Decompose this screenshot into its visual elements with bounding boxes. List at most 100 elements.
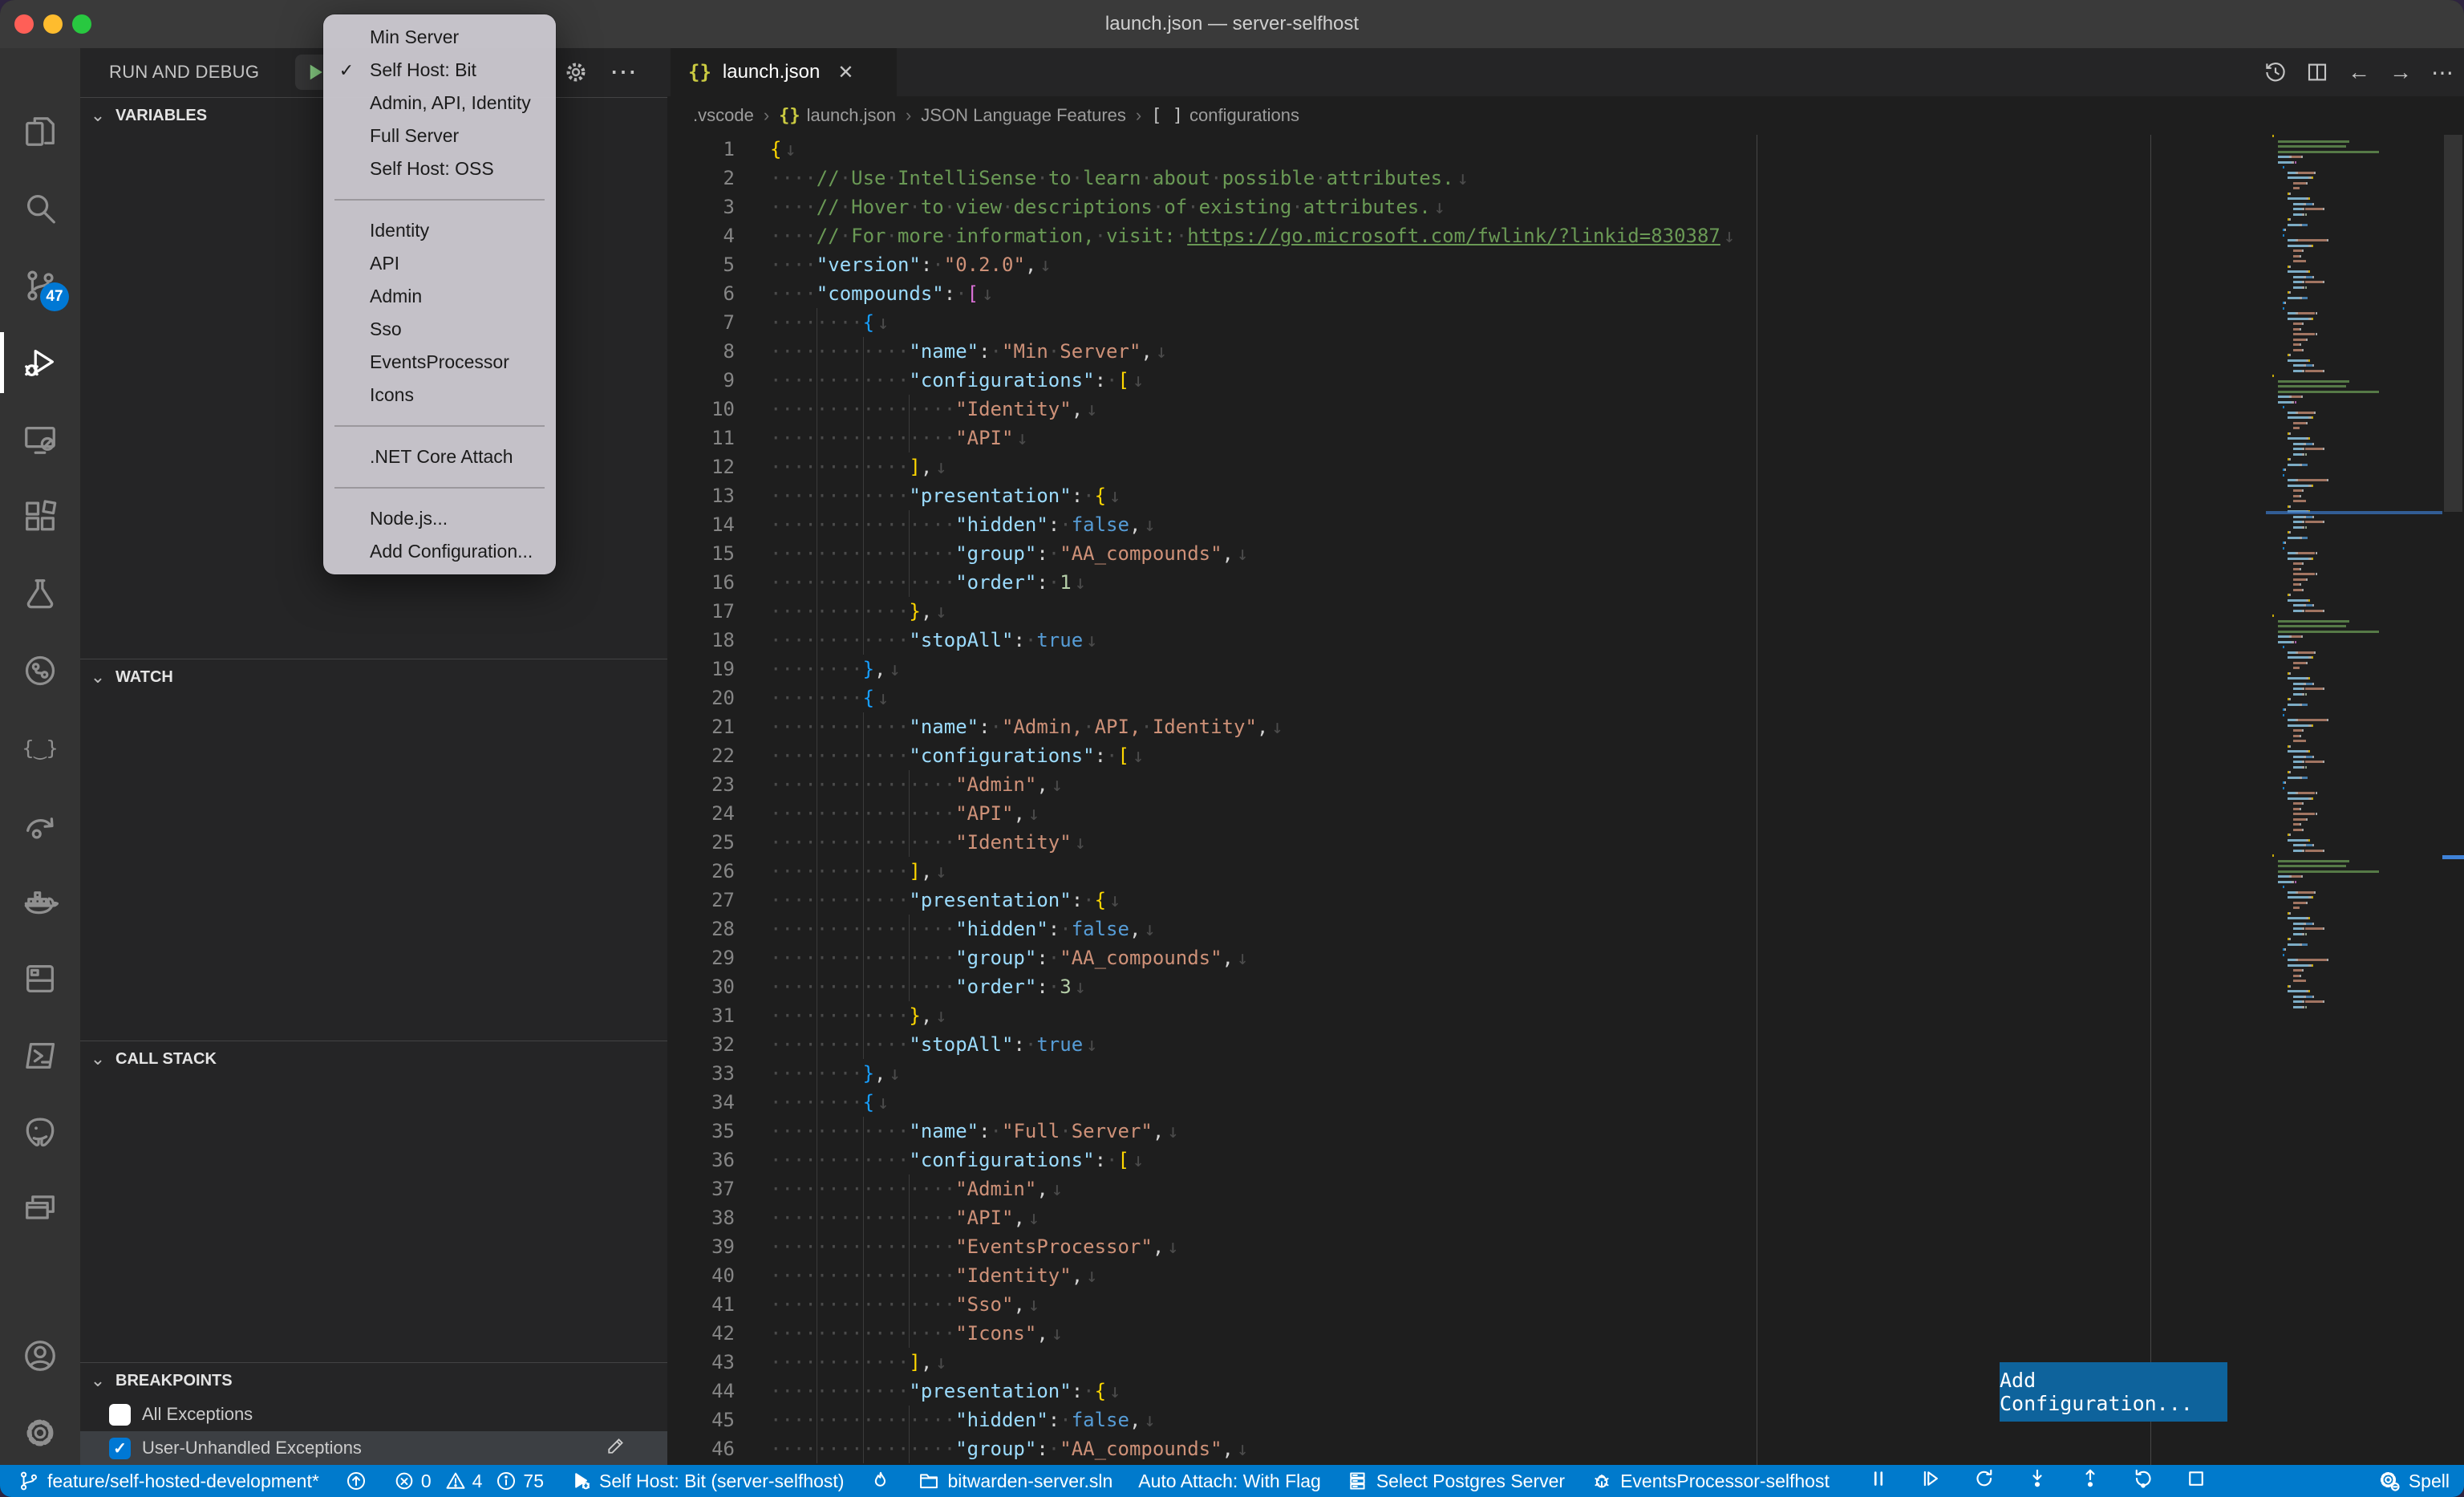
code-line: 27············"presentation":·{↓ xyxy=(667,886,2464,915)
code-line: 26············],↓ xyxy=(667,857,2464,886)
code-editor[interactable]: 1{↓2····//·Use·IntelliSense·to·learn·abo… xyxy=(667,135,2464,1465)
menu-item-add-configuration[interactable]: Add Configuration... xyxy=(323,535,556,568)
navigate-forward-icon[interactable]: → xyxy=(2385,57,2416,87)
debug-stop-button[interactable] xyxy=(2184,1467,2208,1495)
debug-pause-button[interactable] xyxy=(1866,1467,1891,1495)
checkbox-checked[interactable]: ✓ xyxy=(109,1438,131,1459)
tab-launch-json[interactable]: {} launch.json ✕ xyxy=(671,48,897,96)
line-number: 30 xyxy=(667,972,735,1001)
menu-item-self-host-bit[interactable]: ✓ Self Host: Bit xyxy=(323,54,556,87)
activity-item-accounts[interactable] xyxy=(0,1321,80,1391)
status-debug-session[interactable]: EventsProcessor-selfhost xyxy=(1591,1470,1830,1492)
timeline-history-icon[interactable] xyxy=(2260,57,2291,87)
section-call-stack[interactable]: ⌄ CALL STACK xyxy=(80,1041,667,1077)
code-line: 15················"group":·"AA_compounds… xyxy=(667,539,2464,568)
activity-item-copilot[interactable]: {‿} xyxy=(0,712,80,783)
activity-item-docker[interactable] xyxy=(0,866,80,937)
section-breakpoints[interactable]: ⌄ BREAKPOINTS xyxy=(80,1362,667,1398)
navigate-back-icon[interactable]: ← xyxy=(2344,57,2374,87)
activity-item-postgresql[interactable] xyxy=(0,1097,80,1168)
menu-item-icons[interactable]: Icons xyxy=(323,379,556,412)
status-postgres-server[interactable]: Select Postgres Server xyxy=(1347,1470,1565,1492)
activity-item-database[interactable] xyxy=(0,943,80,1014)
activity-item-search[interactable] xyxy=(0,173,80,244)
menu-item-identity[interactable]: Identity xyxy=(323,214,556,247)
status-0[interactable]: 0 xyxy=(393,1470,432,1492)
status-debug-target[interactable]: Self Host: Bit (server-selfhost) xyxy=(569,1470,844,1492)
activity-item-testing[interactable] xyxy=(0,558,80,629)
code-line: 36············"configurations":·[↓ xyxy=(667,1146,2464,1174)
checkbox-unchecked[interactable] xyxy=(109,1404,131,1426)
activity-item-remote-explorer[interactable] xyxy=(0,404,80,475)
menu-item-admin[interactable]: Admin xyxy=(323,280,556,313)
menu-item-admin-api-identity[interactable]: Admin, API, Identity xyxy=(323,87,556,120)
status-auto-attach[interactable]: Auto Attach: With Flag xyxy=(1138,1471,1321,1492)
code-line: 40················"Identity",↓ xyxy=(667,1261,2464,1290)
menu-item-self-host-oss[interactable]: Self Host: OSS xyxy=(323,152,556,185)
activity-item-settings[interactable] xyxy=(0,1398,80,1468)
breakpoint-all-exceptions[interactable]: All Exceptions xyxy=(80,1398,667,1431)
minimap[interactable] xyxy=(2266,135,2442,1465)
add-configuration-button[interactable]: Add Configuration... xyxy=(2000,1362,2227,1422)
status-4[interactable]: 4 xyxy=(444,1470,483,1492)
line-number: 5 xyxy=(667,250,735,279)
menu-item-min-server[interactable]: Min Server xyxy=(323,21,556,54)
activity-item-git-graph[interactable] xyxy=(0,635,80,706)
line-number: 23 xyxy=(667,770,735,799)
menu-item-net-core-attach[interactable]: .NET Core Attach xyxy=(323,440,556,473)
code-line: 11················"API"↓ xyxy=(667,424,2464,452)
breadcrumb-item-vscode[interactable]: .vscode xyxy=(693,105,754,126)
activity-item-run-and-debug[interactable] xyxy=(0,327,80,398)
menu-item-sso[interactable]: Sso xyxy=(323,313,556,346)
debug-run-button[interactable] xyxy=(1919,1467,1943,1495)
status-75[interactable]: 75 xyxy=(495,1470,544,1492)
line-number: 18 xyxy=(667,626,735,655)
debug-config-menu: Min Server ✓ Self Host: Bit Admin, API, … xyxy=(323,14,556,574)
close-tab-icon[interactable]: ✕ xyxy=(837,61,853,84)
debug-step-out-button[interactable] xyxy=(2078,1467,2102,1495)
line-number: 1 xyxy=(667,135,735,164)
debug-step-into-button[interactable] xyxy=(2025,1467,2049,1495)
activity-item-source-control[interactable]: 47 xyxy=(0,250,80,321)
git-branch-icon xyxy=(18,1470,40,1492)
edit-condition-pencil-icon[interactable] xyxy=(605,1434,627,1462)
activity-item-powershell[interactable] xyxy=(0,1020,80,1091)
code-line: 1{↓ xyxy=(667,135,2464,164)
views-more-actions-button[interactable]: ⋯ xyxy=(606,55,642,90)
code-line: 18············"stopAll":·true↓ xyxy=(667,626,2464,655)
activity-item-extensions[interactable] xyxy=(0,481,80,552)
status-spell-checker[interactable]: Spell xyxy=(2377,1469,2450,1493)
activity-item-window-layouts[interactable] xyxy=(0,1174,80,1245)
scrollbar-slider[interactable] xyxy=(2444,135,2462,512)
breadcrumb-item-json-language-features[interactable]: JSON Language Features xyxy=(921,105,1126,126)
debug-step-back-button[interactable] xyxy=(2131,1467,2155,1495)
status-branch[interactable]: feature/self-hosted-development* xyxy=(18,1470,319,1492)
status-solution[interactable]: bitwarden-server.sln xyxy=(918,1470,1112,1492)
overview-ruler-cursor-mark xyxy=(2442,855,2464,859)
breadcrumb-item-launch-json[interactable]: {}launch.json xyxy=(779,105,896,126)
status-publish[interactable] xyxy=(345,1470,367,1492)
menu-separator xyxy=(334,425,545,427)
menu-item-api[interactable]: API xyxy=(323,247,556,280)
menu-item-node-js[interactable]: Node.js... xyxy=(323,502,556,535)
debug-restart-button[interactable] xyxy=(1972,1467,1996,1495)
more-actions-icon[interactable]: ⋯ xyxy=(2427,57,2458,87)
menu-item-eventsprocessor[interactable]: EventsProcessor xyxy=(323,346,556,379)
status-problems[interactable]: 04 75 xyxy=(393,1470,544,1492)
breadcrumb-item-configurations[interactable]: [ ]configurations xyxy=(1151,105,1299,126)
status-hot-reload[interactable] xyxy=(869,1470,892,1492)
section-watch[interactable]: ⌄ WATCH xyxy=(80,659,667,695)
warning-icon xyxy=(444,1470,467,1492)
code-line: 9············"configurations":·[↓ xyxy=(667,366,2464,395)
menu-item-full-server[interactable]: Full Server xyxy=(323,120,556,152)
activity-item-explorer[interactable] xyxy=(0,96,80,167)
breakpoint-user-unhandled-exceptions[interactable]: ✓ User-Unhandled Exceptions xyxy=(80,1431,667,1465)
line-number: 42 xyxy=(667,1319,735,1348)
line-number: 4 xyxy=(667,221,735,250)
folder-icon xyxy=(918,1470,940,1492)
section-label: BREAKPOINTS xyxy=(116,1372,233,1390)
split-editor-icon[interactable] xyxy=(2302,57,2332,87)
activity-item-live-share[interactable] xyxy=(0,789,80,860)
open-launch-json-gear-button[interactable] xyxy=(558,55,594,90)
vertical-scrollbar[interactable] xyxy=(2442,135,2464,1465)
